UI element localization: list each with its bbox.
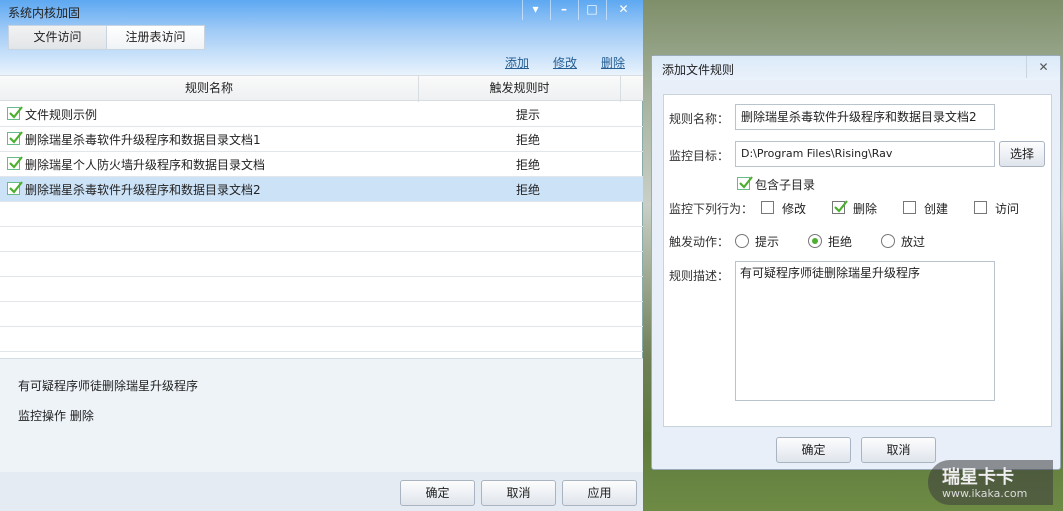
action-label: 触发动作： — [669, 235, 730, 249]
dialog-ok-button[interactable]: 确定 — [776, 437, 851, 463]
table-row[interactable]: 删除瑞星杀毒软件升级程序和数据目录文档1 拒绝 — [0, 127, 643, 152]
close-icon[interactable]: ✕ — [606, 0, 640, 20]
window-title: 系统内核加固 — [8, 6, 81, 20]
behavior-label-item: 删除 — [853, 202, 878, 216]
include-subdir-label: 包含子目录 — [755, 178, 816, 192]
table-row — [0, 252, 643, 277]
action-radio[interactable] — [881, 234, 895, 248]
rule-name: 删除瑞星杀毒软件升级程序和数据目录文档1 — [25, 133, 261, 147]
table-row — [0, 302, 643, 327]
table-header: 规则名称 触发规则时 — [0, 75, 643, 102]
action-radio-label: 放过 — [901, 235, 926, 249]
table-row[interactable]: 文件规则示例 提示 — [0, 102, 643, 127]
minimize-icon[interactable]: – — [550, 0, 577, 20]
row-checkbox[interactable] — [7, 131, 23, 145]
behavior-label-item: 访问 — [995, 202, 1020, 216]
rule-name-input[interactable]: 删除瑞星杀毒软件升级程序和数据目录文档2 — [735, 104, 995, 130]
detail-operation: 监控操作 删除 — [18, 409, 94, 423]
description-textarea[interactable]: 有可疑程序师徒删除瑞星升级程序 — [735, 261, 995, 401]
action-radio-label: 提示 — [755, 235, 780, 249]
behavior-checkbox[interactable] — [974, 201, 987, 214]
behavior-label-item: 修改 — [782, 202, 807, 216]
table-row — [0, 227, 643, 252]
apply-button[interactable]: 应用 — [562, 480, 637, 506]
table-row[interactable]: 删除瑞星个人防火墙升级程序和数据目录文档 拒绝 — [0, 152, 643, 177]
include-subdir-checkbox[interactable] — [737, 176, 753, 190]
delete-link[interactable]: 删除 — [601, 54, 625, 71]
tab-file-access[interactable]: 文件访问 — [8, 25, 107, 50]
rule-trigger: 拒绝 — [515, 183, 540, 197]
title-bar: 系统内核加固 ▾ – □ ✕ 文件访问 注册表访问 添加 修改 删除 — [0, 0, 643, 75]
dialog-title-bar: 添加文件规则 ✕ — [652, 56, 1060, 80]
ok-button[interactable]: 确定 — [400, 480, 475, 506]
target-label: 监控目标： — [669, 149, 730, 163]
behavior-label-item: 创建 — [924, 202, 949, 216]
dialog-form-panel: 规则名称： 删除瑞星杀毒软件升级程序和数据目录文档2 监控目标： D:\Prog… — [663, 94, 1052, 427]
add-file-rule-dialog: 添加文件规则 ✕ 规则名称： 删除瑞星杀毒软件升级程序和数据目录文档2 监控目标… — [651, 55, 1061, 470]
table-row — [0, 202, 643, 227]
behavior-checkbox[interactable] — [903, 201, 916, 214]
action-radio-label: 拒绝 — [828, 235, 853, 249]
column-trigger[interactable]: 触发规则时 — [419, 76, 621, 102]
detail-description: 有可疑程序师徒删除瑞星升级程序 — [18, 379, 199, 393]
dialog-close-icon[interactable]: ✕ — [1026, 56, 1060, 78]
cancel-button[interactable]: 取消 — [481, 480, 556, 506]
rule-trigger: 提示 — [515, 108, 540, 122]
dialog-title: 添加文件规则 — [662, 63, 735, 77]
rule-trigger: 拒绝 — [515, 158, 540, 172]
kernel-hardening-window: 系统内核加固 ▾ – □ ✕ 文件访问 注册表访问 添加 修改 删除 规则名称 … — [0, 0, 643, 511]
rule-name-label: 规则名称： — [669, 112, 730, 126]
row-checkbox[interactable] — [7, 181, 23, 195]
target-input[interactable]: D:\Program Files\Rising\Rav — [735, 141, 995, 167]
row-checkbox[interactable] — [7, 156, 23, 170]
table-row — [0, 277, 643, 302]
behavior-checkbox[interactable] — [832, 200, 848, 214]
table-row[interactable]: 删除瑞星杀毒软件升级程序和数据目录文档2 拒绝 — [0, 177, 643, 202]
rule-name: 文件规则示例 — [25, 108, 98, 122]
behavior-label: 监控下列行为： — [669, 202, 754, 216]
rule-detail-pane: 有可疑程序师徒删除瑞星升级程序 监控操作 删除 — [0, 358, 643, 472]
rule-name: 删除瑞星杀毒软件升级程序和数据目录文档2 — [25, 183, 261, 197]
dialog-cancel-button[interactable]: 取消 — [861, 437, 936, 463]
row-checkbox[interactable] — [7, 106, 23, 120]
action-radio[interactable] — [735, 234, 749, 248]
action-radio[interactable] — [808, 234, 822, 248]
behavior-checkbox[interactable] — [761, 201, 774, 214]
rule-name: 删除瑞星个人防火墙升级程序和数据目录文档 — [25, 158, 266, 172]
maximize-icon[interactable]: □ — [578, 0, 605, 20]
add-link[interactable]: 添加 — [505, 54, 529, 71]
ikaka-watermark-logo: 瑞星卡卡 www.ikaka.com — [928, 460, 1053, 505]
rule-trigger: 拒绝 — [515, 133, 540, 147]
description-label: 规则描述： — [669, 269, 730, 283]
column-rule-name[interactable]: 规则名称 — [0, 76, 419, 102]
select-button[interactable]: 选择 — [999, 141, 1045, 167]
menu-dropdown-icon[interactable]: ▾ — [522, 0, 548, 20]
footer: 确定 取消 应用 — [0, 472, 643, 511]
edit-link[interactable]: 修改 — [553, 54, 577, 71]
tab-registry-access[interactable]: 注册表访问 — [106, 25, 205, 50]
table-row — [0, 327, 643, 352]
